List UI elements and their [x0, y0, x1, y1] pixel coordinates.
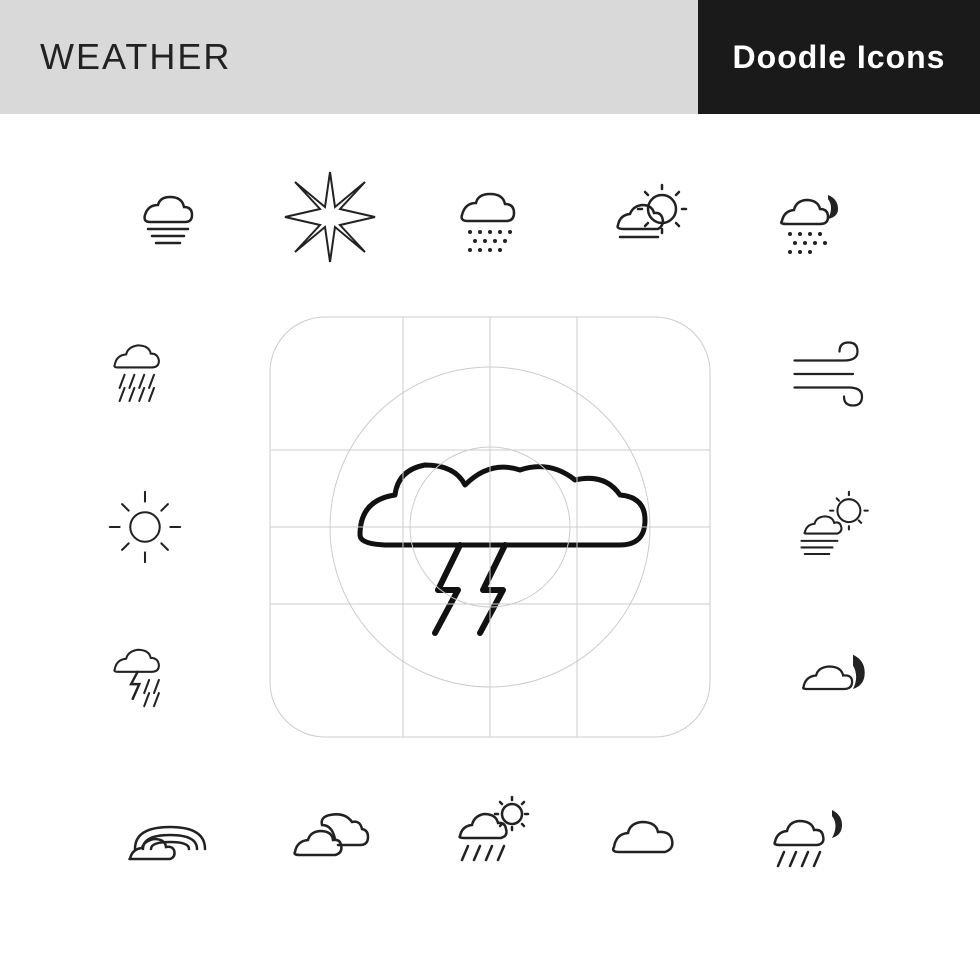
night-rain-cloud-icon	[730, 757, 890, 917]
sun-icon	[65, 457, 225, 597]
snow-cloud-icon	[410, 137, 570, 297]
header: WEATHER Doodle Icons	[0, 0, 980, 114]
wind-icon	[755, 304, 915, 444]
fog-cloud-icon	[90, 137, 250, 297]
sunny-cloud-icon	[570, 137, 730, 297]
moon-cloud-icon	[755, 610, 915, 750]
windy-cloud-icon	[755, 457, 915, 597]
night-rain-icon	[730, 137, 890, 297]
rain-cloud-icon	[65, 304, 225, 444]
right-side-icons	[730, 297, 940, 757]
left-side-icons	[40, 297, 250, 757]
icon-grid	[40, 137, 940, 957]
middle-row	[40, 297, 940, 757]
bottom-row	[40, 757, 940, 917]
main-content	[0, 114, 980, 980]
brand-title: Doodle Icons	[733, 39, 946, 76]
star-icon	[250, 137, 410, 297]
cloud-sun-icon	[250, 757, 410, 917]
rain-sun-cloud-icon	[410, 757, 570, 917]
thunder-rain-icon	[65, 610, 225, 750]
plain-cloud-icon	[570, 757, 730, 917]
header-title-area: WEATHER	[0, 0, 698, 114]
rainbow-cloud-icon	[90, 757, 250, 917]
brand-area: Doodle Icons	[698, 0, 980, 114]
featured-icon-area	[250, 297, 730, 757]
page-title: WEATHER	[40, 36, 231, 78]
top-row	[40, 137, 940, 297]
